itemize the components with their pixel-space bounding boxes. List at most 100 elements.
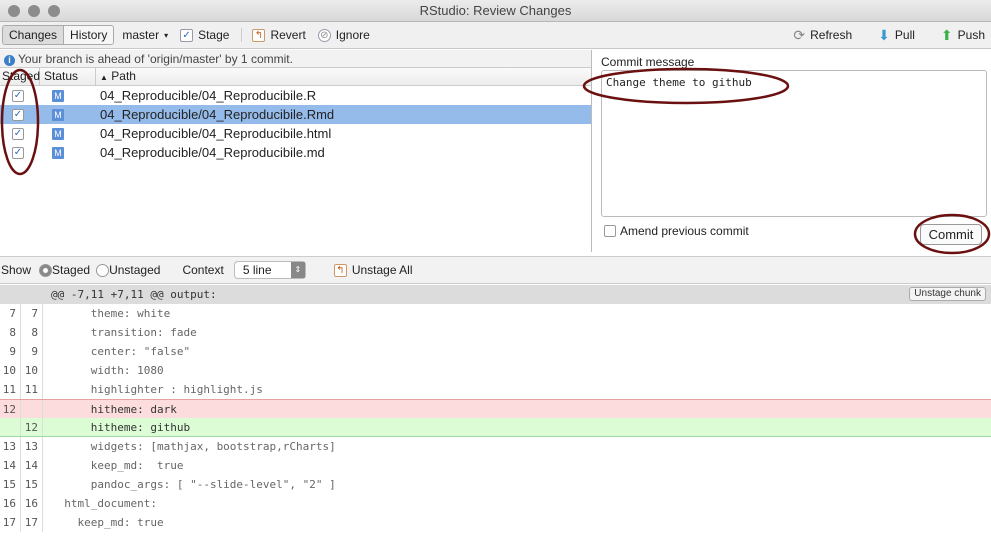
sort-ascending-icon: ▲ xyxy=(100,73,108,82)
new-line-number xyxy=(21,285,43,304)
diff-line-text: transition: fade xyxy=(51,326,197,339)
diff-line-text: center: "false" xyxy=(51,345,191,358)
diff-line: 14 14 keep_md: true xyxy=(0,456,991,475)
old-line-number: 10 xyxy=(0,361,21,380)
diff-line-text: theme: white xyxy=(51,307,171,320)
modified-status-icon: M xyxy=(52,108,64,121)
show-label: Show xyxy=(1,263,32,277)
column-header-status[interactable]: Status xyxy=(40,68,96,85)
diff-line-text: html_document: xyxy=(51,497,157,510)
path-header-label: Path xyxy=(111,69,136,83)
checkbox-icon: ✓ xyxy=(180,28,194,42)
old-line-number: 12 xyxy=(0,400,21,418)
diff-line: 10 10 width: 1080 xyxy=(0,361,991,380)
diff-line-text: hitheme: dark xyxy=(51,403,177,416)
diff-line: 17 17 keep_md: true xyxy=(0,513,991,532)
stage-label: Stage xyxy=(198,28,230,42)
refresh-icon: ⟳ xyxy=(793,26,806,43)
commit-button[interactable]: Commit xyxy=(920,224,982,245)
commit-message-input[interactable]: Change theme to github xyxy=(601,70,987,217)
radio-icon xyxy=(96,264,110,278)
old-line-number: 14 xyxy=(0,456,21,475)
new-line-number: 17 xyxy=(21,513,43,532)
push-button[interactable]: ⬆ Push xyxy=(941,27,985,44)
old-line-number: 13 xyxy=(0,437,21,456)
minimize-window-button[interactable] xyxy=(28,5,40,17)
diff-line-text: keep_md: true xyxy=(51,459,184,472)
ignore-button[interactable]: ⊘ Ignore xyxy=(317,28,370,42)
window-title: RStudio: Review Changes xyxy=(419,3,572,18)
file-row[interactable]: ✓ M 04_Reproducible/04_Reproducibile.R xyxy=(0,86,591,105)
column-header-staged[interactable]: Staged xyxy=(0,68,40,85)
old-line-number: 8 xyxy=(0,323,21,342)
toolbar: Changes History master ▾ ✓ Stage ↰ Revert ⊘ I… xyxy=(0,22,991,49)
unstage-chunk-button[interactable]: Unstage chunk xyxy=(909,287,986,301)
file-row[interactable]: ✓ M 04_Reproducible/04_Reproducibile.Rmd xyxy=(0,105,591,124)
ignore-label: Ignore xyxy=(335,28,370,42)
push-label: Push xyxy=(957,28,985,42)
column-header-path[interactable]: ▲ Path xyxy=(96,68,591,85)
file-row[interactable]: ✓ M 04_Reproducible/04_Reproducibile.md xyxy=(0,143,591,162)
pull-arrow-icon: ⬇ xyxy=(878,26,890,43)
new-line-number: 9 xyxy=(21,342,43,361)
radio-selected-icon xyxy=(39,264,53,278)
staged-checkbox[interactable]: ✓ xyxy=(12,108,24,121)
old-line-number xyxy=(0,418,21,436)
staged-radio-label: Staged xyxy=(52,262,91,277)
zoom-window-button[interactable] xyxy=(48,5,60,17)
modified-status-icon: M xyxy=(52,146,64,159)
updown-chevron-icon: ⇕ xyxy=(290,262,305,278)
staged-checkbox[interactable]: ✓ xyxy=(12,146,24,159)
new-line-number: 7 xyxy=(21,304,43,323)
new-line-number: 12 xyxy=(21,418,43,436)
old-line-number: 15 xyxy=(0,475,21,494)
pull-label: Pull xyxy=(894,28,915,42)
file-path: 04_Reproducible/04_Reproducibile.Rmd xyxy=(100,107,335,122)
file-table-header: Staged Status ▲ Path xyxy=(0,68,591,86)
tab-history[interactable]: History xyxy=(64,26,114,44)
staged-checkbox[interactable]: ✓ xyxy=(12,127,24,140)
commit-message-label: Commit message xyxy=(601,55,695,69)
diff-line: 16 16 html_document: xyxy=(0,494,991,513)
new-line-number xyxy=(21,400,43,418)
branch-status-bar: i Your branch is ahead of 'origin/master'… xyxy=(0,50,591,68)
ignore-icon: ⊘ xyxy=(317,28,331,42)
hunk-text: @@ -7,11 +7,11 @@ output: xyxy=(51,288,217,301)
diff-line-text: widgets: [mathjax, bootstrap,rCharts] xyxy=(51,440,336,453)
refresh-label: Refresh xyxy=(810,28,853,42)
refresh-button[interactable]: ⟳ Refresh xyxy=(793,27,852,44)
diff-line-text: width: 1080 xyxy=(51,364,164,377)
amend-checkbox[interactable]: Amend previous commit xyxy=(604,224,749,238)
staged-checkbox[interactable]: ✓ xyxy=(12,89,24,102)
diff-line: 77 theme: white xyxy=(0,304,991,323)
file-row[interactable]: ✓ M 04_Reproducible/04_Reproducibile.htm… xyxy=(0,124,591,143)
diff-line: 99 center: "false" xyxy=(0,342,991,361)
diff-line: 11 11 highlighter : highlight.js xyxy=(0,380,991,399)
revert-button[interactable]: ↰ Revert xyxy=(241,28,306,42)
branch-dropdown[interactable]: master ▾ xyxy=(122,28,168,42)
old-line-number: 17 xyxy=(0,513,21,532)
diff-line: 12 hitheme: github xyxy=(0,418,991,437)
push-arrow-icon: ⬆ xyxy=(940,26,953,43)
info-icon: i xyxy=(4,55,15,66)
diff-line: 13 13 widgets: [mathjax, bootstrap,rChart… xyxy=(0,437,991,456)
context-select[interactable]: 5 line ⇕ xyxy=(233,261,306,279)
unstaged-radio[interactable]: Unstaged xyxy=(96,263,160,278)
context-value: 5 line xyxy=(242,263,272,277)
unstage-all-button[interactable]: ↰ Unstage All xyxy=(333,263,413,277)
branch-status-text: Your branch is ahead of 'origin/master' … xyxy=(18,52,293,66)
close-window-button[interactable] xyxy=(8,5,20,17)
new-line-number: 10 xyxy=(21,361,43,380)
file-path: 04_Reproducible/04_Reproducibile.html xyxy=(100,126,332,141)
file-path: 04_Reproducible/04_Reproducibile.R xyxy=(100,88,317,103)
old-line-number: 16 xyxy=(0,494,21,513)
pull-button[interactable]: ⬇ Pull xyxy=(878,27,915,44)
revert-icon: ↰ xyxy=(333,263,347,277)
stage-button[interactable]: ✓ Stage xyxy=(180,28,229,42)
old-line-number: 7 xyxy=(0,304,21,323)
context-label: Context xyxy=(182,263,224,277)
tab-changes[interactable]: Changes xyxy=(3,26,65,44)
old-line-number: 11 xyxy=(0,380,21,399)
staged-radio[interactable]: Staged xyxy=(39,262,91,278)
diff-line-text: highlighter : highlight.js xyxy=(51,383,263,396)
